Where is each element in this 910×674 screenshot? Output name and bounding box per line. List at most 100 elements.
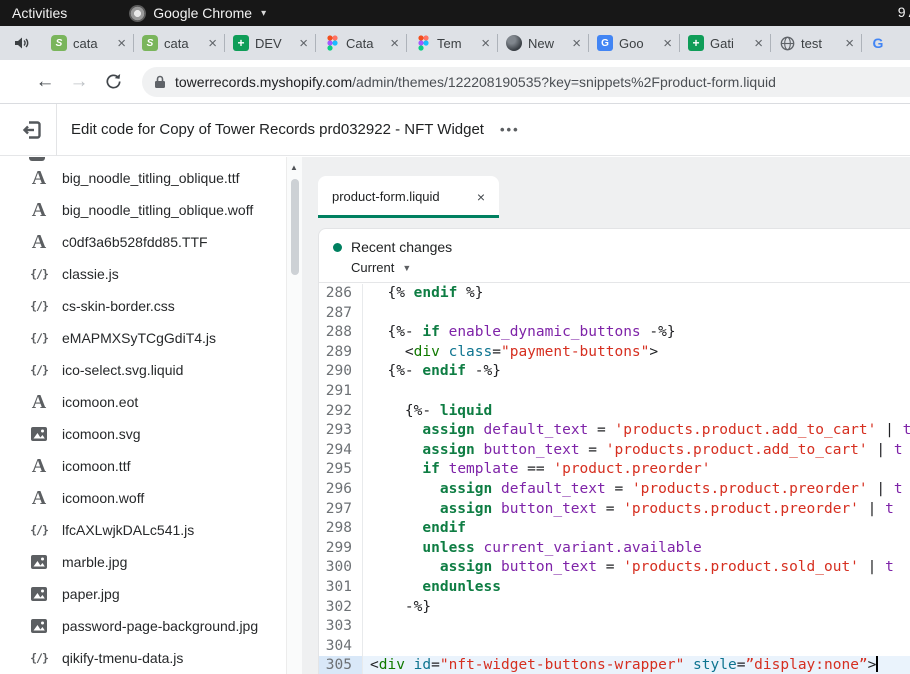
line-number: 304 [319, 637, 363, 657]
line-content: <div id="nft-widget-buttons-wrapper" sty… [363, 656, 910, 674]
activities-button[interactable]: Activities [12, 5, 67, 21]
chevron-down-icon: ▼ [402, 263, 411, 273]
tab-audio-indicator[interactable] [0, 36, 42, 50]
line-content: <div class="payment-buttons"> [363, 343, 910, 363]
browser-tab-partial[interactable]: G [861, 26, 897, 60]
reload-button[interactable] [96, 72, 130, 91]
code-line-287: 287 [319, 304, 910, 324]
figma-favicon-icon [324, 35, 340, 51]
line-content: assign button_text = 'products.product.a… [363, 441, 910, 461]
file-item-lfcAXLwjkDALc541.js[interactable]: {/}lfcAXLwjkDALc541.js [0, 514, 286, 546]
line-number: 302 [319, 598, 363, 618]
file-item-big_noodle_titling_oblique.ttf[interactable]: Abig_noodle_titling_oblique.ttf [0, 162, 286, 194]
tab-label: cata [164, 36, 202, 51]
tab-close-icon[interactable]: × [572, 36, 581, 51]
browser-tab-New[interactable]: New× [497, 26, 588, 60]
version-selector[interactable]: Current ▼ [351, 260, 910, 275]
file-item-ico-select.svg.liquid[interactable]: {/}ico-select.svg.liquid [0, 354, 286, 386]
line-number: 293 [319, 421, 363, 441]
code-line-291: 291 [319, 382, 910, 402]
clock[interactable]: 9 A [898, 4, 910, 20]
image-file-icon [28, 587, 50, 601]
status-dot-icon [333, 243, 342, 252]
overflow-menu-button[interactable]: ••• [500, 122, 520, 137]
file-item-big_noodle_titling_oblique.woff[interactable]: Abig_noodle_titling_oblique.woff [0, 194, 286, 226]
code-line-290: 290 {%- endif -%} [319, 362, 910, 382]
editor-file-tab[interactable]: product-form.liquid × [318, 176, 499, 217]
font-file-icon: A [28, 232, 50, 252]
file-name: c0df3a6b528fdd85.TTF [62, 234, 208, 250]
tab-close-icon[interactable]: × [390, 36, 399, 51]
code-line-299: 299 unless current_variant.available [319, 539, 910, 559]
exit-code-editor-button[interactable] [14, 112, 50, 148]
line-content: -%} [363, 598, 910, 618]
chrome-logo-icon [129, 5, 146, 22]
line-content: {%- if enable_dynamic_buttons -%} [363, 323, 910, 343]
file-item-eMAPMXSyTCgGdiT4.js[interactable]: {/}eMAPMXSyTCgGdiT4.js [0, 322, 286, 354]
code-line-303: 303 [319, 617, 910, 637]
scrollbar-thumb[interactable] [291, 179, 299, 275]
forward-button[interactable]: → [62, 71, 96, 93]
file-item-classie.js[interactable]: {/}classie.js [0, 258, 286, 290]
tab-label: Tem [437, 36, 475, 51]
tab-close-icon[interactable]: × [208, 36, 217, 51]
scroll-up-arrow-icon[interactable]: ▲ [290, 163, 298, 172]
exit-icon [21, 119, 43, 141]
line-number: 303 [319, 617, 363, 637]
app-menu[interactable]: Google Chrome ▾ [129, 5, 266, 22]
browser-tab-strip: Scata×Scata×+DEV×Cata×Tem×New×GGoo×+Gati… [0, 26, 910, 60]
file-item-password-page-background.jpg[interactable]: password-page-background.jpg [0, 610, 286, 642]
line-number: 286 [319, 284, 363, 304]
browser-tab-Cata[interactable]: Cata× [315, 26, 406, 60]
code-line-305: 305<div id="nft-widget-buttons-wrapper" … [319, 656, 910, 674]
lock-icon [154, 75, 166, 89]
code-editor-main: product-form.liquid × Recent changes Cur… [302, 157, 910, 674]
clipped-file-icon [29, 157, 45, 161]
file-item-icomoon.ttf[interactable]: Aicomoon.ttf [0, 450, 286, 482]
code-area[interactable]: 286 {% endif %}287288 {%- if enable_dyna… [319, 284, 910, 674]
editor-tab-close-button[interactable]: × [477, 189, 485, 205]
tab-close-icon[interactable]: × [117, 36, 126, 51]
browser-tab-Tem[interactable]: Tem × [406, 26, 497, 60]
line-number: 289 [319, 343, 363, 363]
tab-close-icon[interactable]: × [845, 36, 854, 51]
image-file-icon [28, 427, 50, 441]
shopify-favicon-icon: S [142, 35, 158, 51]
browser-tab-cata[interactable]: Scata × [133, 26, 224, 60]
font-file-icon: A [28, 168, 50, 188]
file-item-icomoon.svg[interactable]: icomoon.svg [0, 418, 286, 450]
file-item-paper.jpg[interactable]: paper.jpg [0, 578, 286, 610]
translate-favicon-icon: G [597, 35, 613, 51]
file-item-marble.jpg[interactable]: marble.jpg [0, 546, 286, 578]
browser-tab-DEV[interactable]: +DEV× [224, 26, 315, 60]
browser-tab-cata[interactable]: Scata× [42, 26, 133, 60]
file-item-qikify-tmenu-data.js[interactable]: {/}qikify-tmenu-data.js [0, 642, 286, 674]
tab-close-icon[interactable]: × [663, 36, 672, 51]
code-line-295: 295 if template == 'product.preorder' [319, 460, 910, 480]
url-text: towerrecords.myshopify.com/admin/themes/… [175, 74, 776, 90]
line-number: 288 [319, 323, 363, 343]
tab-close-icon[interactable]: × [754, 36, 763, 51]
code-line-289: 289 <div class="payment-buttons"> [319, 343, 910, 363]
sidebar-scrollbar[interactable]: ▲ [286, 157, 302, 674]
browser-tab-Goo[interactable]: GGoo× [588, 26, 679, 60]
browser-tab-test[interactable]: test× [770, 26, 861, 60]
line-number: 295 [319, 460, 363, 480]
back-button[interactable]: ← [28, 71, 62, 93]
file-item-cs-skin-border.css[interactable]: {/}cs-skin-border.css [0, 290, 286, 322]
line-content [363, 382, 910, 402]
browser-tab-Gati[interactable]: +Gati× [679, 26, 770, 60]
file-name: paper.jpg [62, 586, 120, 602]
file-item-icomoon.eot[interactable]: Aicomoon.eot [0, 386, 286, 418]
line-content: assign button_text = 'products.product.s… [363, 558, 910, 578]
file-item-c0df3a6b528fdd85.TTF[interactable]: Ac0df3a6b528fdd85.TTF [0, 226, 286, 258]
tab-close-icon[interactable]: × [481, 36, 490, 51]
code-line-298: 298 endif [319, 519, 910, 539]
tab-close-icon[interactable]: × [299, 36, 308, 51]
line-content: if template == 'product.preorder' [363, 460, 910, 480]
line-content: unless current_variant.available [363, 539, 910, 559]
file-item-icomoon.woff[interactable]: Aicomoon.woff [0, 482, 286, 514]
address-bar[interactable]: towerrecords.myshopify.com/admin/themes/… [142, 67, 910, 97]
speaker-icon [14, 36, 29, 50]
url-domain: towerrecords.myshopify.com [175, 74, 352, 90]
